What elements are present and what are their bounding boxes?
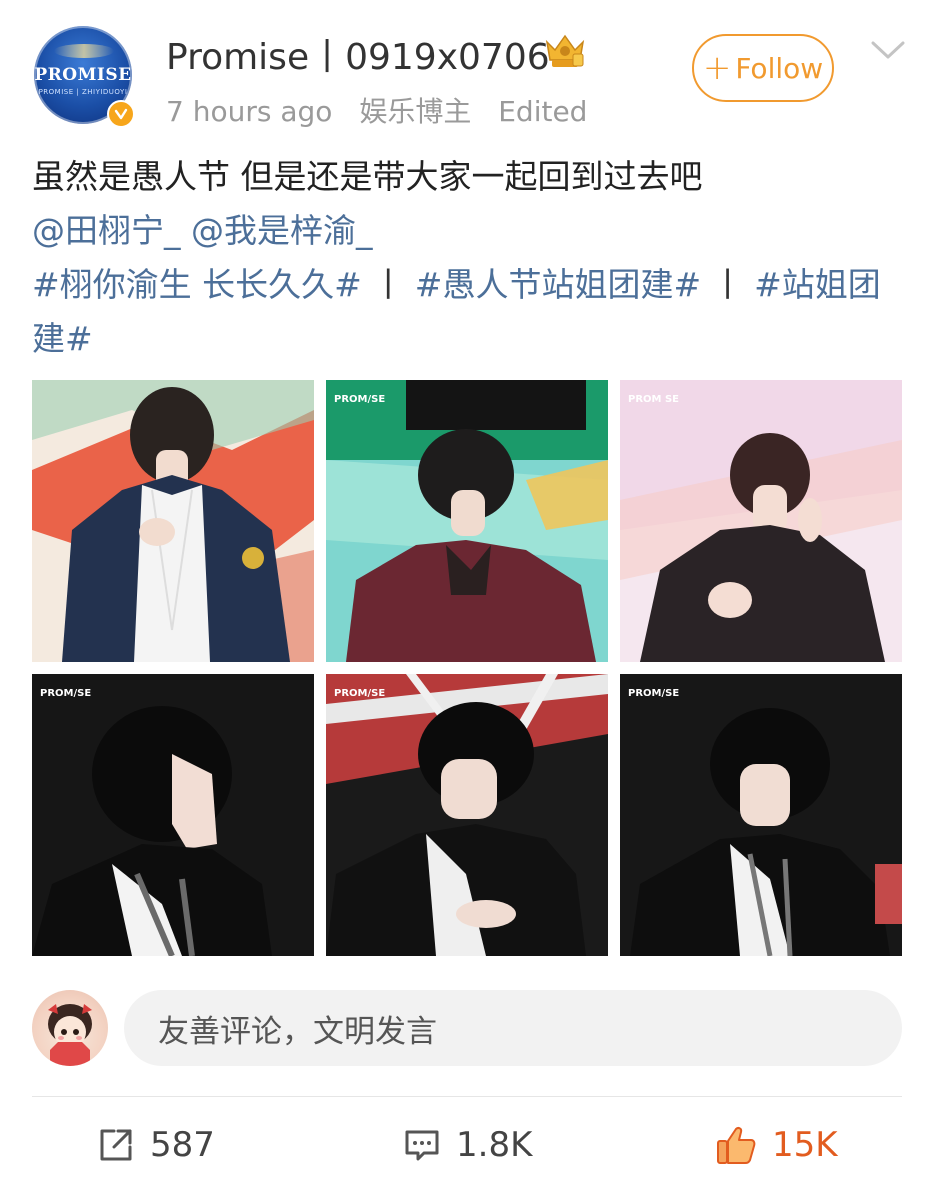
share-button[interactable]: 587 [96, 1120, 215, 1170]
comment-count: 1.8K [456, 1125, 533, 1165]
comment-icon [405, 1130, 439, 1161]
mention-link[interactable]: @田栩宁_ [32, 211, 181, 250]
separator: 丨 [371, 265, 405, 304]
watermark: PROM/SE [334, 688, 386, 699]
edited-label[interactable]: Edited [498, 95, 587, 128]
avatar-logo-text: PROMISE [34, 65, 132, 85]
mention-link[interactable]: @我是梓渝_ [191, 211, 373, 250]
chevron-down-icon[interactable] [870, 38, 906, 62]
divider [32, 1096, 902, 1097]
follow-label: Follow [735, 51, 824, 85]
comment-placeholder: 友善评论，文明发言 [158, 1013, 437, 1050]
avatar-decoration [54, 44, 114, 58]
plus-icon: + [702, 48, 732, 88]
hashtag-link[interactable]: #愚人节站姐团建# [415, 265, 701, 304]
watermark: PROM SE [628, 394, 679, 405]
watermark: PROM/SE [628, 688, 680, 699]
thumbs-up-icon [717, 1127, 756, 1164]
image-tile[interactable]: PROM SE [620, 380, 902, 662]
share-icon [100, 1129, 132, 1161]
verified-icon [107, 100, 135, 128]
comment-button[interactable]: 1.8K [402, 1120, 532, 1170]
image-grid: PROM/SE PROM SE PROM/SE PROM/SE PROM/SE [32, 380, 902, 956]
avatar-logo-subtext: PROMISE | ZHIYIDUOYI [38, 88, 128, 96]
post-text: 虽然是愚人节 但是还是带大家一起回到过去吧 @田栩宁_ @我是梓渝_ #栩你渝生… [32, 150, 902, 366]
cartoon-avatar-icon [48, 1004, 92, 1066]
photo-2 [326, 380, 608, 662]
photo-6 [620, 674, 902, 956]
photo-4 [32, 674, 314, 956]
current-user-avatar[interactable] [32, 990, 108, 1066]
separator: 丨 [711, 265, 745, 304]
image-tile[interactable]: PROM/SE [620, 674, 902, 956]
share-count: 587 [150, 1125, 215, 1165]
watermark: PROM/SE [40, 688, 92, 699]
watermark: PROM/SE [334, 394, 386, 405]
hashtag-link[interactable]: #栩你渝生 长长久久# [32, 265, 362, 304]
image-tile[interactable]: PROM/SE [326, 380, 608, 662]
image-tile[interactable]: PROM/SE [326, 674, 608, 956]
image-tile[interactable]: PROM/SE [32, 674, 314, 956]
image-tile[interactable] [32, 380, 314, 662]
post-text-line: 虽然是愚人节 但是还是带大家一起回到过去吧 [32, 157, 703, 196]
follow-button[interactable]: + Follow [692, 34, 834, 102]
photo-1 [32, 380, 314, 662]
comment-input[interactable]: 友善评论，文明发言 [124, 990, 902, 1066]
like-button[interactable]: 15K [714, 1120, 838, 1170]
author-name[interactable]: Promise丨0919x0706 [166, 28, 550, 80]
hashtags-block: #栩你渝生 长长久久# 丨 #愚人节站姐团建# 丨 #站姐团建# [32, 258, 902, 366]
author-role: 娱乐博主 [359, 95, 472, 128]
post-meta: 7 hours ago 娱乐博主 Edited [166, 90, 605, 130]
post-time: 7 hours ago [166, 95, 333, 128]
like-count: 15K [772, 1125, 838, 1165]
mentions-line: @田栩宁_ @我是梓渝_ [32, 204, 902, 258]
photo-5 [326, 674, 608, 956]
rank-crown-icon [545, 34, 585, 67]
photo-3 [620, 380, 902, 662]
